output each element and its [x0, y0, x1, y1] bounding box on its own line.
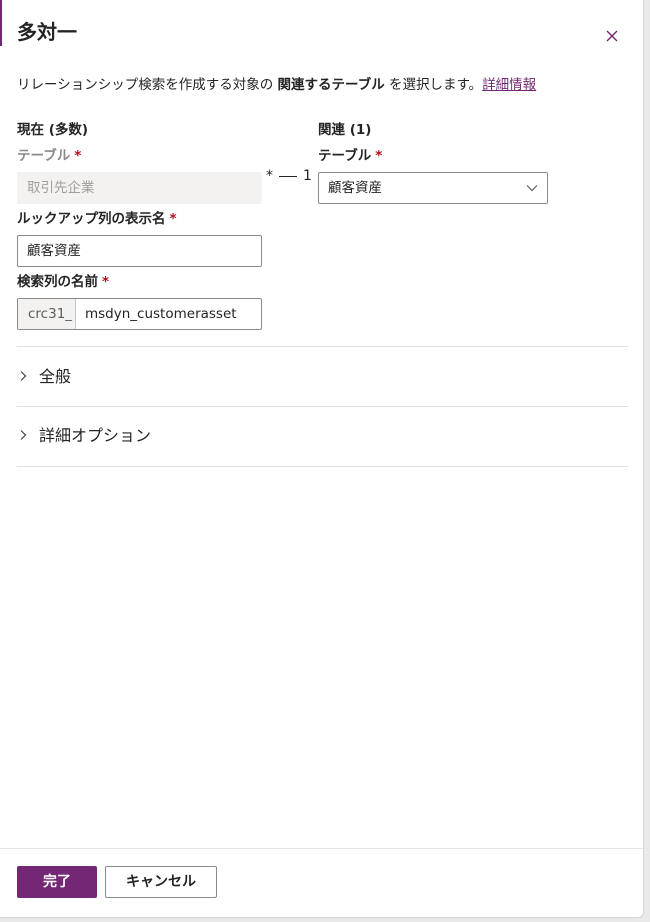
section-general[interactable]: 全般 — [17, 366, 71, 388]
description-emphasis: 関連するテーブル — [277, 77, 385, 93]
close-icon[interactable] — [601, 25, 623, 47]
lookup-display-input[interactable]: 顧客資産 — [17, 235, 262, 267]
description-text-end: を選択します。 — [384, 77, 483, 93]
relationship-panel: 多対一 リレーションシップ検索を作成する対象の 関連するテーブル を選択します。… — [0, 0, 644, 918]
section-advanced-options[interactable]: 詳細オプション — [17, 425, 151, 447]
lookup-name-label-text: 検索列の名前 — [17, 274, 98, 290]
lookup-display-label: ルックアップ列の表示名 * — [17, 210, 177, 228]
cardinality-dash — [279, 175, 297, 177]
panel-description: リレーションシップ検索を作成する対象の 関連するテーブル を選択します。詳細情報 — [17, 75, 536, 95]
section-advanced-options-label: 詳細オプション — [39, 426, 152, 445]
section-general-label: 全般 — [39, 367, 72, 386]
related-heading: 関連 (1) — [318, 122, 372, 138]
lookup-display-label-text: ルックアップ列の表示名 — [17, 211, 166, 227]
footer-divider — [0, 848, 643, 849]
related-table-dropdown[interactable]: 顧客資産 — [318, 172, 548, 204]
required-mark: * — [102, 274, 110, 290]
section-divider — [17, 346, 628, 347]
learn-more-link[interactable]: 詳細情報 — [482, 77, 536, 93]
cardinality-one: 1 — [303, 168, 312, 184]
cardinality-indicator: * 1 — [266, 168, 312, 184]
panel-edge-accent — [0, 0, 2, 46]
schema-prefix: crc31_ — [18, 299, 76, 329]
panel-title: 多対一 — [17, 20, 77, 44]
cardinality-many: * — [266, 168, 273, 184]
lookup-name-label: 検索列の名前 * — [17, 273, 109, 291]
required-mark: * — [169, 211, 177, 227]
current-table-field: 取引先企業 — [17, 172, 262, 204]
section-divider — [17, 466, 628, 467]
chevron-right-icon — [20, 430, 27, 440]
required-mark: * — [74, 148, 82, 164]
related-table-value: 顧客資産 — [328, 180, 382, 196]
lookup-name-input[interactable]: crc31_ msdyn_customerasset — [17, 298, 262, 330]
cancel-button[interactable]: キャンセル — [105, 866, 217, 898]
done-button[interactable]: 完了 — [17, 866, 97, 898]
lookup-name-value: msdyn_customerasset — [85, 306, 237, 322]
chevron-right-icon — [20, 371, 27, 381]
chevron-down-icon — [526, 185, 538, 192]
required-mark: * — [375, 148, 383, 164]
current-table-label: テーブル * — [17, 147, 81, 165]
current-table-label-text: テーブル — [17, 148, 71, 164]
related-table-label: テーブル * — [318, 147, 382, 165]
section-divider — [17, 406, 628, 407]
related-table-label-text: テーブル — [318, 148, 372, 164]
description-text: リレーションシップ検索を作成する対象の — [17, 77, 278, 93]
current-heading: 現在 (多数) — [17, 122, 89, 138]
